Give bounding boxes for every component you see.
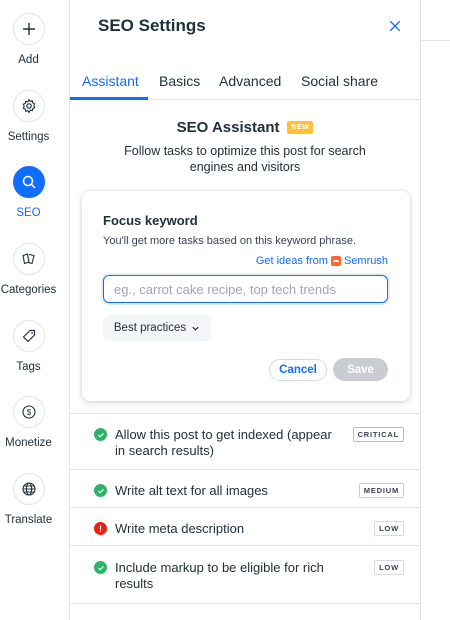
active-tab-indicator xyxy=(70,97,148,100)
seo-settings-panel: SEO Settings Assistant Basics Advanced S… xyxy=(70,0,420,620)
tab-bar: Assistant Basics Advanced Social share xyxy=(70,62,420,100)
assistant-header: SEO Assistant NEW xyxy=(70,119,420,136)
focus-keyword-input[interactable] xyxy=(103,275,388,303)
close-icon xyxy=(389,20,401,32)
task-text: Allow this post to get indexed (appear i… xyxy=(115,427,332,458)
task-item[interactable]: ! Write meta description LOW xyxy=(70,507,420,545)
focus-keyword-title: Focus keyword xyxy=(103,213,198,228)
left-sidebar: Add Settings SEO Categories Tags $ Monet… xyxy=(0,0,70,620)
app-root: Add Settings SEO Categories Tags $ Monet… xyxy=(0,0,450,620)
divider xyxy=(421,40,450,41)
gear-icon xyxy=(12,90,45,122)
priority-badge: LOW xyxy=(374,560,404,575)
sidebar-item-label: Tags xyxy=(16,361,41,373)
sidebar-item-label: Categories xyxy=(0,284,57,296)
task-text: Write meta description xyxy=(115,521,245,536)
tab-advanced[interactable]: Advanced xyxy=(219,73,281,89)
check-circle-icon xyxy=(94,561,107,574)
tag-icon xyxy=(12,320,45,352)
get-ideas-label: Get ideas from xyxy=(255,255,328,267)
close-button[interactable] xyxy=(387,18,403,34)
panel-title: SEO Settings xyxy=(98,16,206,35)
sidebar-item-settings[interactable]: Settings xyxy=(0,90,57,143)
alert-circle-icon: ! xyxy=(94,522,107,535)
chevron-down-icon xyxy=(192,326,199,331)
svg-text:$: $ xyxy=(26,408,31,417)
focus-keyword-card: Focus keyword You'll get more tasks base… xyxy=(82,191,410,401)
cancel-button[interactable]: Cancel xyxy=(269,359,327,381)
task-item[interactable]: Write alt text for all images MEDIUM xyxy=(70,469,420,507)
focus-keyword-description: You'll get more tasks based on this keyw… xyxy=(103,235,356,247)
categories-icon xyxy=(12,243,45,275)
check-circle-icon xyxy=(94,484,107,497)
best-practices-dropdown[interactable]: Best practices xyxy=(103,315,211,341)
save-button[interactable]: Save xyxy=(333,358,388,381)
check-circle-icon xyxy=(94,428,107,441)
priority-badge: LOW xyxy=(374,521,404,536)
best-practices-label: Best practices xyxy=(113,322,187,334)
priority-badge: CRITICAL xyxy=(352,427,404,442)
sidebar-item-label: SEO xyxy=(16,207,41,219)
divider xyxy=(70,603,420,604)
tab-assistant[interactable]: Assistant xyxy=(82,73,139,89)
sidebar-item-label: Translate xyxy=(4,514,53,526)
new-badge: NEW xyxy=(287,121,314,134)
sidebar-item-categories[interactable]: Categories xyxy=(0,243,57,296)
assistant-subtitle: Follow tasks to optimize this post for s… xyxy=(124,144,366,174)
semrush-icon xyxy=(330,256,341,266)
tab-social-share[interactable]: Social share xyxy=(301,73,378,89)
sidebar-item-monetize[interactable]: $ Monetize xyxy=(0,396,57,449)
task-text: Write alt text for all images xyxy=(115,483,268,498)
semrush-label: Semrush xyxy=(343,255,388,267)
assistant-title: SEO Assistant xyxy=(176,119,280,136)
plus-icon xyxy=(12,13,45,45)
sidebar-item-translate[interactable]: Translate xyxy=(0,473,57,526)
get-ideas-link[interactable]: Get ideas from Semrush xyxy=(256,255,388,267)
task-item[interactable]: Allow this post to get indexed (appear i… xyxy=(70,413,420,469)
editor-background xyxy=(420,0,450,620)
sidebar-item-seo[interactable]: SEO xyxy=(0,166,57,219)
globe-icon xyxy=(12,473,45,505)
dollar-icon: $ xyxy=(12,396,45,428)
sidebar-item-label: Add xyxy=(18,54,39,66)
task-text: Include markup to be eligible for rich r… xyxy=(115,560,324,591)
task-item[interactable]: Include markup to be eligible for rich r… xyxy=(70,545,420,603)
tab-basics[interactable]: Basics xyxy=(159,73,200,89)
search-icon xyxy=(12,166,45,198)
sidebar-item-tags[interactable]: Tags xyxy=(0,320,57,373)
sidebar-item-label: Settings xyxy=(7,131,50,143)
priority-badge: MEDIUM xyxy=(358,483,404,498)
sidebar-item-label: Monetize xyxy=(5,437,52,449)
sidebar-item-add[interactable]: Add xyxy=(0,13,57,66)
